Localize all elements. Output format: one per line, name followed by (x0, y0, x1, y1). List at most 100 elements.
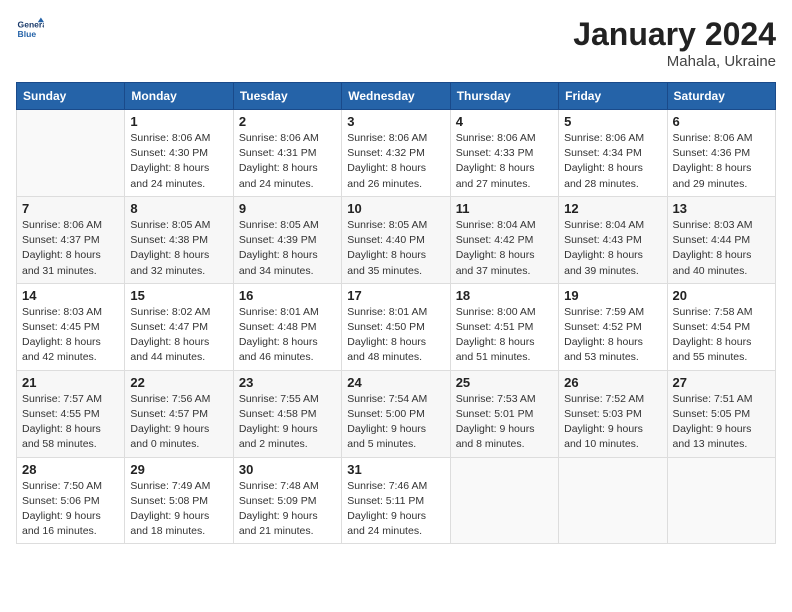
day-detail: Sunrise: 7:46 AMSunset: 5:11 PMDaylight:… (347, 479, 444, 540)
calendar-cell: 12 Sunrise: 8:04 AMSunset: 4:43 PMDaylig… (559, 196, 667, 283)
calendar-cell: 28 Sunrise: 7:50 AMSunset: 5:06 PMDaylig… (17, 457, 125, 544)
day-detail: Sunrise: 7:59 AMSunset: 4:52 PMDaylight:… (564, 305, 661, 366)
calendar-cell: 10 Sunrise: 8:05 AMSunset: 4:40 PMDaylig… (342, 196, 450, 283)
day-number: 3 (347, 114, 444, 129)
calendar-cell: 24 Sunrise: 7:54 AMSunset: 5:00 PMDaylig… (342, 370, 450, 457)
week-row-3: 14 Sunrise: 8:03 AMSunset: 4:45 PMDaylig… (17, 283, 776, 370)
calendar-cell: 1 Sunrise: 8:06 AMSunset: 4:30 PMDayligh… (125, 110, 233, 197)
day-number: 12 (564, 201, 661, 216)
logo-icon: General Blue (16, 16, 44, 44)
day-number: 2 (239, 114, 336, 129)
weekday-header-friday: Friday (559, 83, 667, 110)
day-detail: Sunrise: 8:03 AMSunset: 4:44 PMDaylight:… (673, 218, 770, 279)
day-number: 9 (239, 201, 336, 216)
weekday-header-monday: Monday (125, 83, 233, 110)
day-number: 13 (673, 201, 770, 216)
svg-text:Blue: Blue (18, 29, 37, 39)
day-detail: Sunrise: 7:48 AMSunset: 5:09 PMDaylight:… (239, 479, 336, 540)
day-detail: Sunrise: 7:50 AMSunset: 5:06 PMDaylight:… (22, 479, 119, 540)
calendar-cell (667, 457, 775, 544)
week-row-2: 7 Sunrise: 8:06 AMSunset: 4:37 PMDayligh… (17, 196, 776, 283)
day-number: 7 (22, 201, 119, 216)
calendar-cell: 21 Sunrise: 7:57 AMSunset: 4:55 PMDaylig… (17, 370, 125, 457)
calendar-cell: 11 Sunrise: 8:04 AMSunset: 4:42 PMDaylig… (450, 196, 558, 283)
day-detail: Sunrise: 7:53 AMSunset: 5:01 PMDaylight:… (456, 392, 553, 453)
day-detail: Sunrise: 8:06 AMSunset: 4:37 PMDaylight:… (22, 218, 119, 279)
calendar-cell: 19 Sunrise: 7:59 AMSunset: 4:52 PMDaylig… (559, 283, 667, 370)
day-detail: Sunrise: 8:06 AMSunset: 4:30 PMDaylight:… (130, 131, 227, 192)
weekday-header-sunday: Sunday (17, 83, 125, 110)
calendar-cell: 27 Sunrise: 7:51 AMSunset: 5:05 PMDaylig… (667, 370, 775, 457)
day-detail: Sunrise: 8:06 AMSunset: 4:31 PMDaylight:… (239, 131, 336, 192)
day-detail: Sunrise: 7:52 AMSunset: 5:03 PMDaylight:… (564, 392, 661, 453)
page-header: General Blue January 2024 Mahala, Ukrain… (16, 16, 776, 70)
calendar-cell: 25 Sunrise: 7:53 AMSunset: 5:01 PMDaylig… (450, 370, 558, 457)
day-detail: Sunrise: 8:01 AMSunset: 4:50 PMDaylight:… (347, 305, 444, 366)
week-row-1: 1 Sunrise: 8:06 AMSunset: 4:30 PMDayligh… (17, 110, 776, 197)
day-number: 19 (564, 288, 661, 303)
day-detail: Sunrise: 7:56 AMSunset: 4:57 PMDaylight:… (130, 392, 227, 453)
day-detail: Sunrise: 7:55 AMSunset: 4:58 PMDaylight:… (239, 392, 336, 453)
day-number: 25 (456, 375, 553, 390)
calendar-cell: 23 Sunrise: 7:55 AMSunset: 4:58 PMDaylig… (233, 370, 341, 457)
day-number: 8 (130, 201, 227, 216)
day-number: 14 (22, 288, 119, 303)
weekday-header-saturday: Saturday (667, 83, 775, 110)
calendar-cell: 7 Sunrise: 8:06 AMSunset: 4:37 PMDayligh… (17, 196, 125, 283)
calendar-cell: 14 Sunrise: 8:03 AMSunset: 4:45 PMDaylig… (17, 283, 125, 370)
calendar-cell: 5 Sunrise: 8:06 AMSunset: 4:34 PMDayligh… (559, 110, 667, 197)
calendar-cell (17, 110, 125, 197)
page-subtitle: Mahala, Ukraine (573, 53, 776, 70)
day-number: 31 (347, 462, 444, 477)
weekday-header-wednesday: Wednesday (342, 83, 450, 110)
day-detail: Sunrise: 8:06 AMSunset: 4:34 PMDaylight:… (564, 131, 661, 192)
day-detail: Sunrise: 7:51 AMSunset: 5:05 PMDaylight:… (673, 392, 770, 453)
day-detail: Sunrise: 8:01 AMSunset: 4:48 PMDaylight:… (239, 305, 336, 366)
day-number: 1 (130, 114, 227, 129)
day-number: 24 (347, 375, 444, 390)
day-detail: Sunrise: 8:05 AMSunset: 4:38 PMDaylight:… (130, 218, 227, 279)
calendar-cell: 16 Sunrise: 8:01 AMSunset: 4:48 PMDaylig… (233, 283, 341, 370)
day-number: 15 (130, 288, 227, 303)
day-number: 28 (22, 462, 119, 477)
calendar-cell: 26 Sunrise: 7:52 AMSunset: 5:03 PMDaylig… (559, 370, 667, 457)
day-detail: Sunrise: 8:02 AMSunset: 4:47 PMDaylight:… (130, 305, 227, 366)
day-detail: Sunrise: 7:54 AMSunset: 5:00 PMDaylight:… (347, 392, 444, 453)
page-title: January 2024 (573, 16, 776, 53)
day-number: 18 (456, 288, 553, 303)
calendar-cell: 15 Sunrise: 8:02 AMSunset: 4:47 PMDaylig… (125, 283, 233, 370)
day-number: 26 (564, 375, 661, 390)
day-number: 21 (22, 375, 119, 390)
day-number: 10 (347, 201, 444, 216)
logo: General Blue (16, 16, 44, 44)
day-number: 22 (130, 375, 227, 390)
day-detail: Sunrise: 8:04 AMSunset: 4:42 PMDaylight:… (456, 218, 553, 279)
day-detail: Sunrise: 8:06 AMSunset: 4:33 PMDaylight:… (456, 131, 553, 192)
day-number: 17 (347, 288, 444, 303)
day-number: 30 (239, 462, 336, 477)
week-row-5: 28 Sunrise: 7:50 AMSunset: 5:06 PMDaylig… (17, 457, 776, 544)
day-number: 27 (673, 375, 770, 390)
day-detail: Sunrise: 8:04 AMSunset: 4:43 PMDaylight:… (564, 218, 661, 279)
calendar-cell (559, 457, 667, 544)
calendar-cell: 18 Sunrise: 8:00 AMSunset: 4:51 PMDaylig… (450, 283, 558, 370)
calendar-cell: 4 Sunrise: 8:06 AMSunset: 4:33 PMDayligh… (450, 110, 558, 197)
day-detail: Sunrise: 7:57 AMSunset: 4:55 PMDaylight:… (22, 392, 119, 453)
day-detail: Sunrise: 8:03 AMSunset: 4:45 PMDaylight:… (22, 305, 119, 366)
calendar-cell: 9 Sunrise: 8:05 AMSunset: 4:39 PMDayligh… (233, 196, 341, 283)
week-row-4: 21 Sunrise: 7:57 AMSunset: 4:55 PMDaylig… (17, 370, 776, 457)
day-number: 16 (239, 288, 336, 303)
calendar-table: SundayMondayTuesdayWednesdayThursdayFrid… (16, 82, 776, 544)
title-block: January 2024 Mahala, Ukraine (573, 16, 776, 70)
day-detail: Sunrise: 8:06 AMSunset: 4:32 PMDaylight:… (347, 131, 444, 192)
day-number: 4 (456, 114, 553, 129)
calendar-cell: 6 Sunrise: 8:06 AMSunset: 4:36 PMDayligh… (667, 110, 775, 197)
calendar-cell: 30 Sunrise: 7:48 AMSunset: 5:09 PMDaylig… (233, 457, 341, 544)
calendar-cell: 17 Sunrise: 8:01 AMSunset: 4:50 PMDaylig… (342, 283, 450, 370)
calendar-cell: 22 Sunrise: 7:56 AMSunset: 4:57 PMDaylig… (125, 370, 233, 457)
weekday-header-tuesday: Tuesday (233, 83, 341, 110)
day-number: 20 (673, 288, 770, 303)
calendar-cell: 3 Sunrise: 8:06 AMSunset: 4:32 PMDayligh… (342, 110, 450, 197)
day-detail: Sunrise: 7:58 AMSunset: 4:54 PMDaylight:… (673, 305, 770, 366)
calendar-cell: 8 Sunrise: 8:05 AMSunset: 4:38 PMDayligh… (125, 196, 233, 283)
